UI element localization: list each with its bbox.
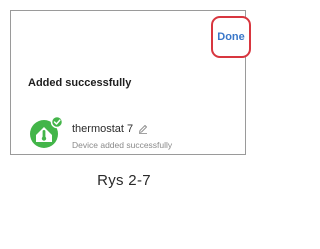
thermostat-icon	[28, 115, 64, 151]
figure-caption: Rys 2-7	[97, 172, 151, 189]
checkmark-icon	[50, 115, 64, 129]
device-name: thermostat 7	[72, 123, 134, 135]
done-button[interactable]: Done	[211, 16, 251, 58]
device-status: Device added successfully	[72, 140, 173, 150]
device-list-item: thermostat 7 Device added successfully	[28, 115, 238, 155]
success-heading: Added successfully	[28, 77, 132, 89]
pencil-icon[interactable]	[138, 124, 148, 134]
device-name-line: thermostat 7	[72, 123, 148, 135]
done-button-label: Done	[217, 31, 245, 43]
dialog-panel: Done Added successfully thermostat 7 Dev…	[10, 10, 251, 155]
